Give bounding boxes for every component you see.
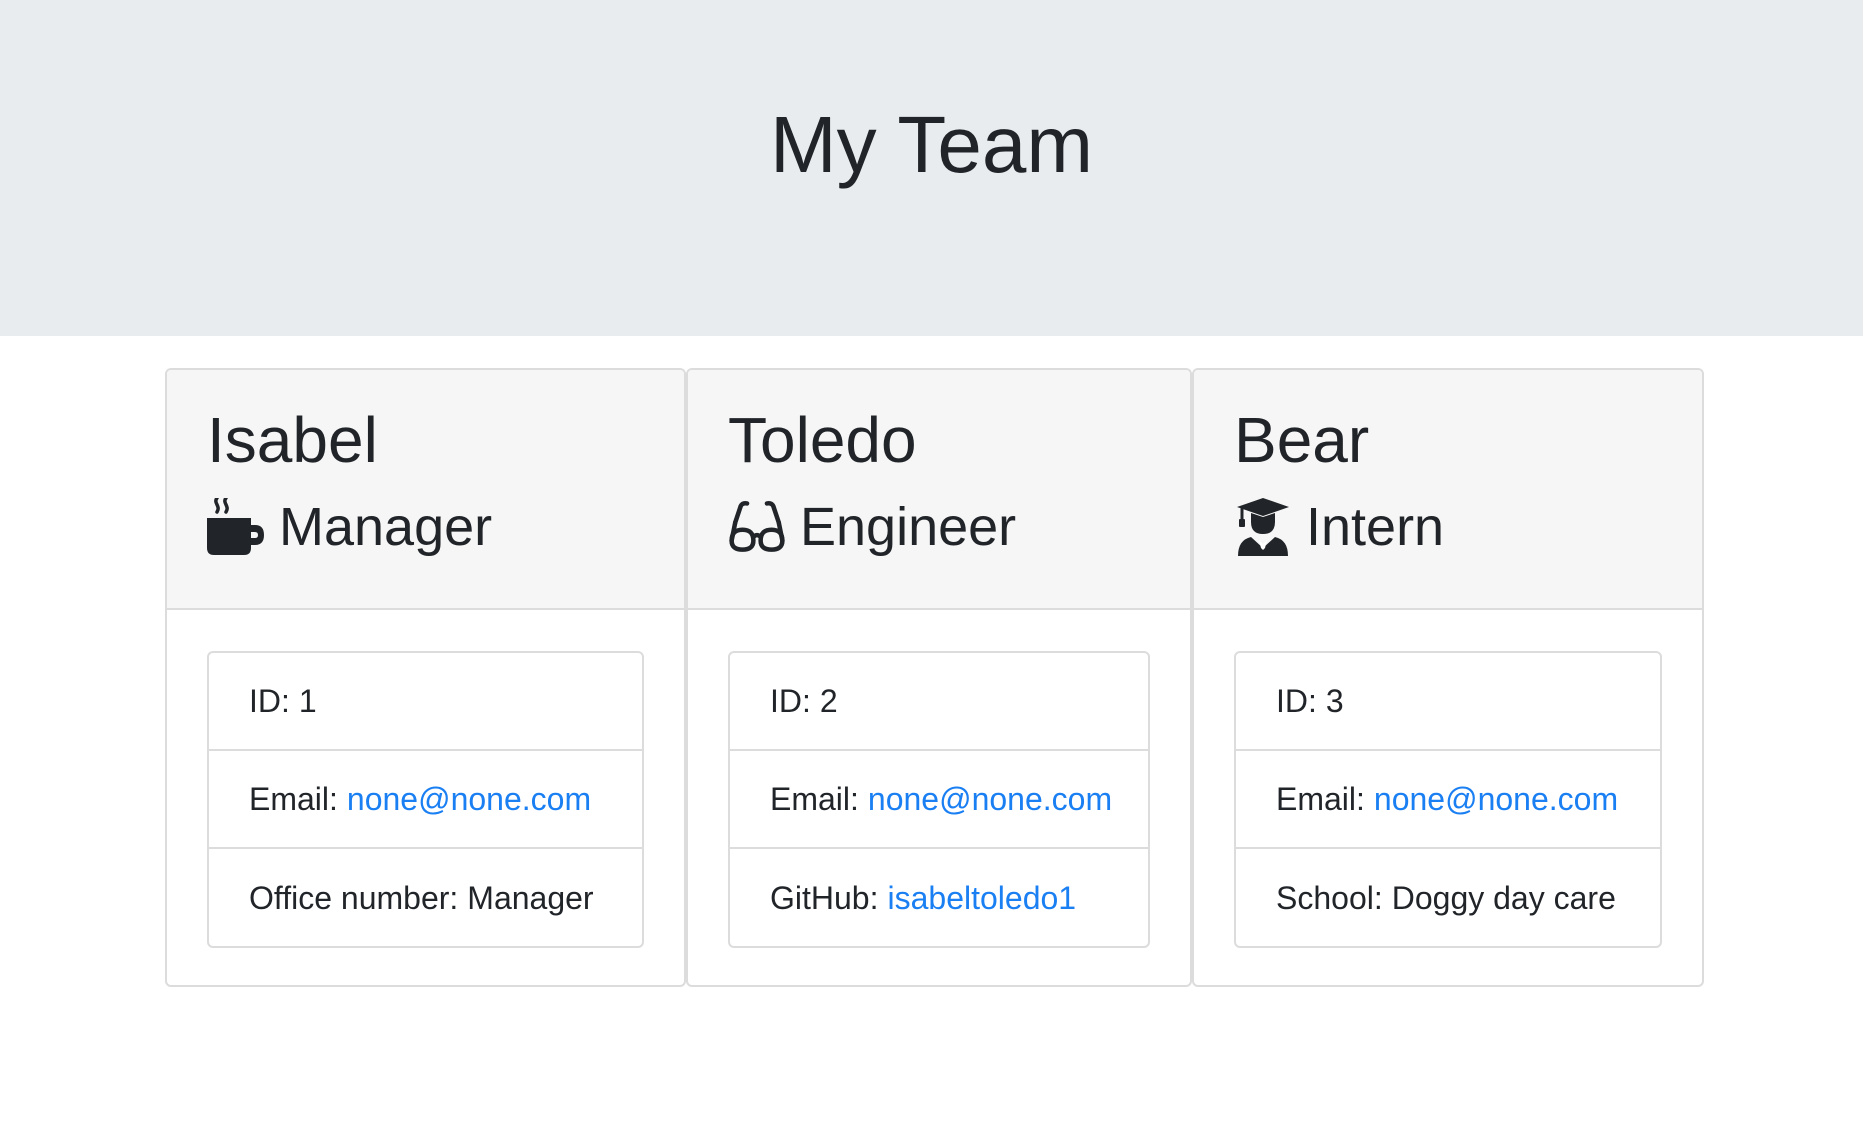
coffee-mug-icon: [207, 498, 265, 556]
card-header: Isabel Manager: [167, 370, 684, 610]
email-link[interactable]: none@none.com: [347, 781, 591, 818]
school-label: School:: [1276, 879, 1383, 916]
role-label: Intern: [1306, 497, 1445, 557]
card-header: Bear Intern: [1194, 370, 1702, 610]
employee-card-intern: Bear Intern ID: 3 Email: none@none.com S…: [1192, 368, 1704, 987]
employee-name: Isabel: [207, 404, 378, 476]
employee-name: Toledo: [728, 404, 917, 476]
role-label: Engineer: [800, 497, 1017, 557]
email-label: Email:: [1276, 780, 1365, 817]
employee-role: Manager: [207, 492, 492, 562]
page-title: My Team: [769, 100, 1094, 189]
employee-role: Intern: [1234, 492, 1444, 562]
github-label: GitHub:: [770, 879, 879, 916]
office-number-label: Office number:: [249, 879, 459, 916]
list-item-school: School: Doggy day care: [1236, 849, 1660, 947]
list-item-office-number: Office number: Manager: [209, 849, 642, 947]
id-value: 1: [298, 682, 317, 719]
employee-details-list: ID: 1 Email: none@none.com Office number…: [207, 651, 644, 948]
list-item-id: ID: 1: [209, 653, 642, 751]
page-header: My Team: [0, 0, 1863, 336]
role-label: Manager: [279, 497, 493, 557]
graduate-icon: [1234, 498, 1292, 556]
email-link[interactable]: none@none.com: [1374, 781, 1618, 818]
github-link[interactable]: isabeltoledo1: [887, 880, 1076, 917]
employee-card-engineer: Toledo Engineer ID: 2 Email: none@none.c…: [686, 368, 1192, 987]
list-item-email: Email: none@none.com: [1236, 751, 1660, 849]
glasses-icon: [728, 498, 786, 556]
id-label: ID:: [770, 682, 811, 719]
id-label: ID:: [1276, 682, 1317, 719]
list-item-email: Email: none@none.com: [209, 751, 642, 849]
email-label: Email:: [249, 780, 338, 817]
id-value: 3: [1325, 682, 1344, 719]
employee-name: Bear: [1234, 404, 1370, 476]
list-item-id: ID: 2: [730, 653, 1148, 751]
school-value: Doggy day care: [1391, 879, 1616, 916]
list-item-github: GitHub: isabeltoledo1: [730, 849, 1148, 947]
id-value: 2: [819, 682, 838, 719]
employee-card-manager: Isabel Manager ID: 1 Email: none@none.co…: [165, 368, 686, 987]
list-item-email: Email: none@none.com: [730, 751, 1148, 849]
employee-details-list: ID: 2 Email: none@none.com GitHub: isabe…: [728, 651, 1150, 948]
employee-role: Engineer: [728, 492, 1016, 562]
list-item-id: ID: 3: [1236, 653, 1660, 751]
id-label: ID:: [249, 682, 290, 719]
employee-details-list: ID: 3 Email: none@none.com School: Doggy…: [1234, 651, 1662, 948]
office-number-value: Manager: [467, 879, 594, 916]
card-header: Toledo Engineer: [688, 370, 1190, 610]
email-link[interactable]: none@none.com: [868, 781, 1112, 818]
email-label: Email:: [770, 780, 859, 817]
